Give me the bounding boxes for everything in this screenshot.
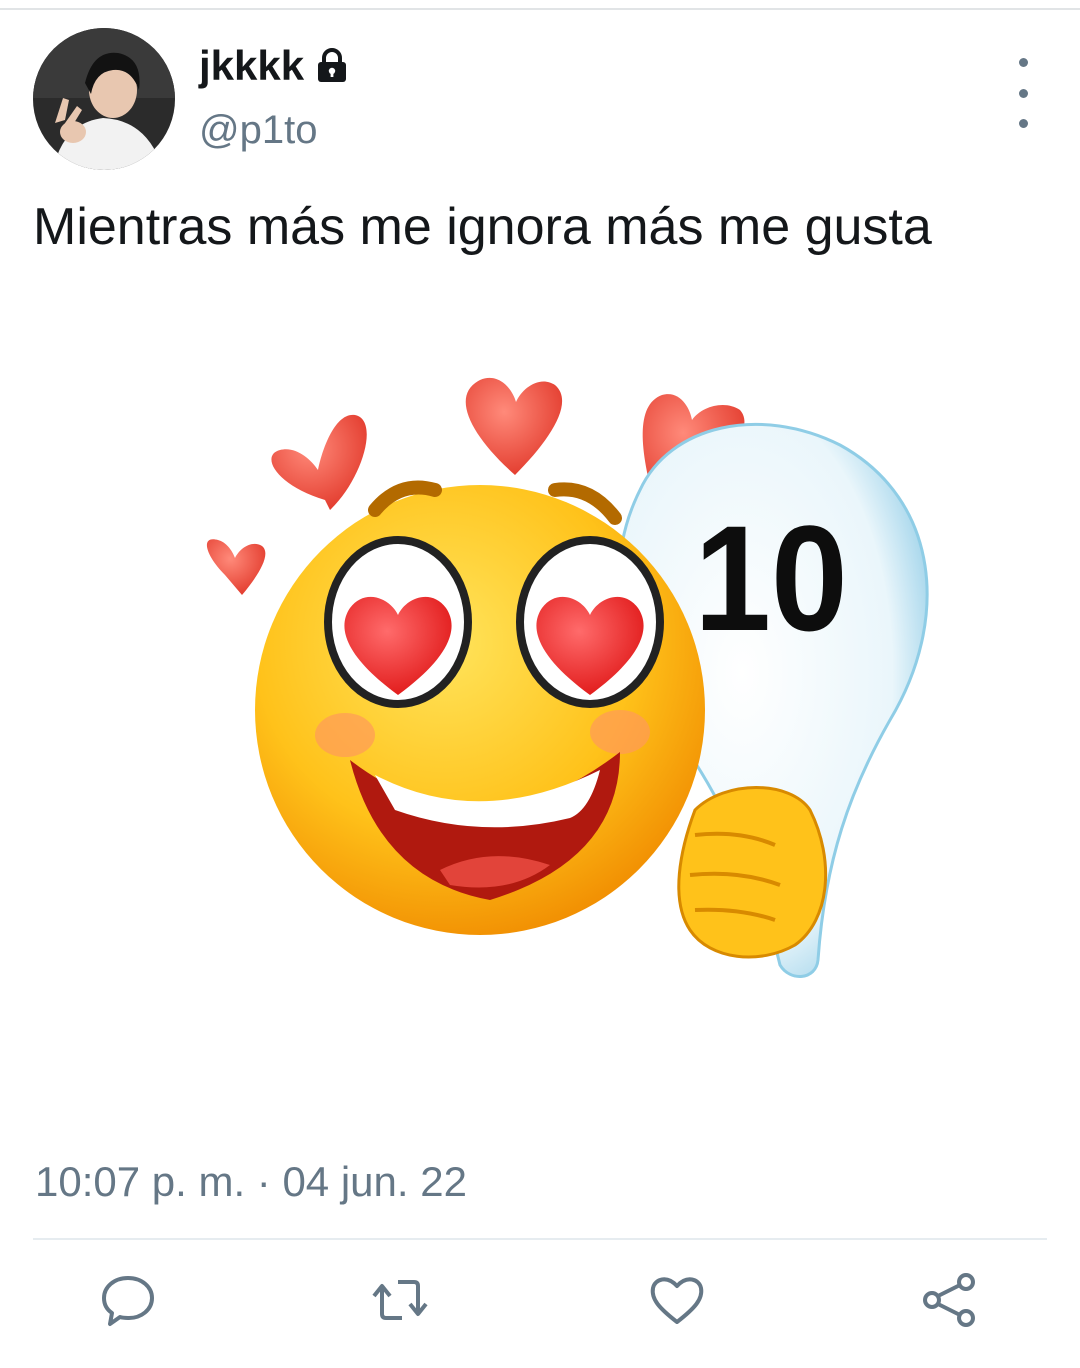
retweet-icon xyxy=(372,1280,428,1320)
tweet-card: jkkkk @p1to Mientras más me ignora más m… xyxy=(0,0,1080,1368)
action-bar xyxy=(0,1268,1080,1338)
more-dot xyxy=(1018,88,1028,98)
like-icon xyxy=(650,1277,704,1324)
more-dot xyxy=(1018,119,1028,128)
actions-divider xyxy=(33,1238,1047,1240)
tweet-header: jkkkk @p1to xyxy=(33,28,1043,173)
more-options-button[interactable] xyxy=(1003,58,1043,128)
hand-holding-sign xyxy=(677,786,828,959)
emoji-face xyxy=(255,480,705,935)
tweet-text: Mientras más me ignora más me gusta xyxy=(33,198,932,256)
display-name[interactable]: jkkkk xyxy=(199,42,304,90)
share-button[interactable] xyxy=(918,1268,982,1332)
display-name-row: jkkkk xyxy=(199,42,352,90)
lock-icon xyxy=(312,46,352,86)
avatar[interactable] xyxy=(33,28,175,170)
reply-button[interactable] xyxy=(96,1268,160,1332)
like-button[interactable] xyxy=(645,1268,709,1332)
tweet-timestamp[interactable]: 10:07 p. m. · 04 jun. 22 xyxy=(35,1158,467,1206)
reply-icon xyxy=(102,1276,154,1326)
floating-heart-icon xyxy=(271,414,367,510)
floating-heart-icon xyxy=(465,377,563,475)
retweet-button[interactable] xyxy=(368,1268,432,1332)
sign-number: 10 xyxy=(694,495,847,663)
floating-heart-icon xyxy=(206,539,266,595)
more-dot xyxy=(1018,58,1028,67)
tweet-media[interactable]: 10 xyxy=(150,340,950,1020)
share-icon xyxy=(923,1273,975,1327)
user-handle[interactable]: @p1to xyxy=(199,108,317,153)
